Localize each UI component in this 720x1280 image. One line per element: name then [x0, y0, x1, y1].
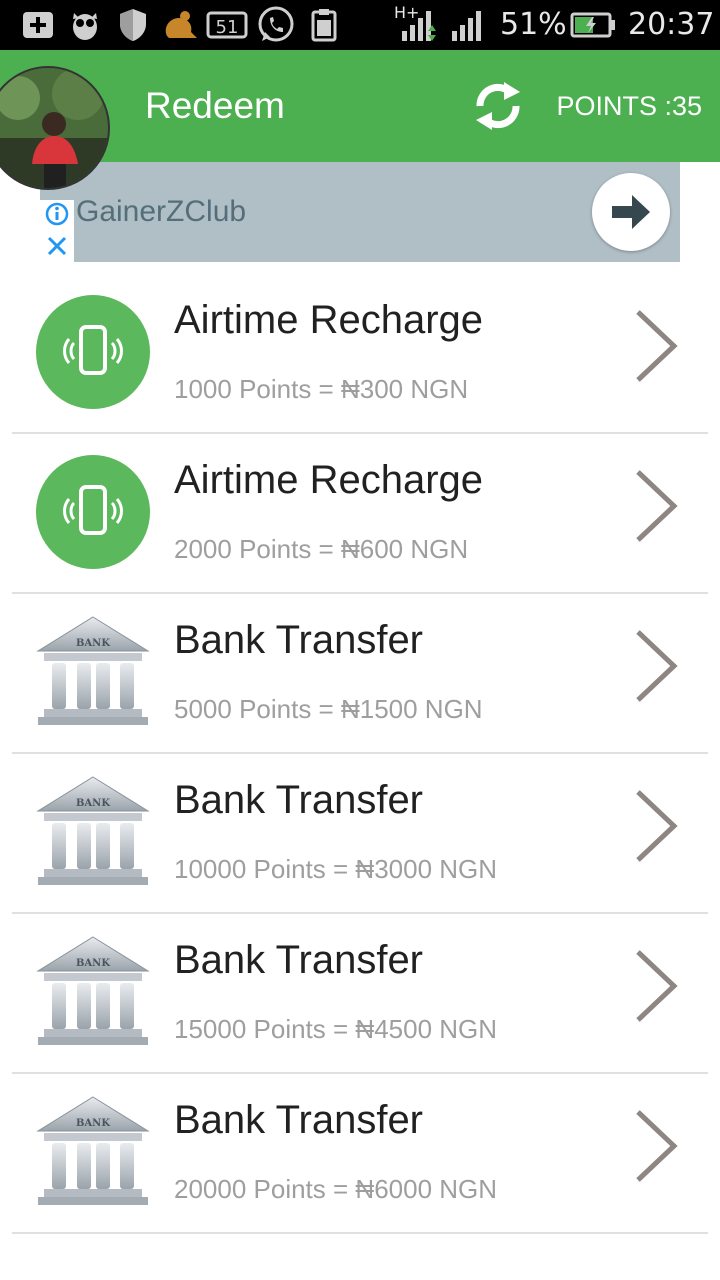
redeem-option-row[interactable]: BANK Bank Transfer 5000 Points = ₦1500 NG…	[12, 594, 708, 754]
uc-browser-icon	[160, 6, 200, 44]
chevron-right-icon[interactable]	[632, 628, 682, 704]
shield-icon	[116, 6, 150, 44]
bank-icon: BANK	[36, 775, 150, 889]
clipboard-icon	[308, 6, 340, 44]
svg-text:BANK: BANK	[76, 798, 110, 809]
bank-icon: BANK	[36, 1095, 150, 1209]
plus-icon	[20, 6, 56, 44]
chevron-right-icon[interactable]	[632, 788, 682, 864]
bank-icon: BANK	[36, 615, 150, 729]
chevron-right-icon[interactable]	[632, 468, 682, 544]
signal-icon	[448, 6, 488, 44]
option-title: Bank Transfer	[174, 618, 424, 662]
option-rate: 10000 Points = ₦3000 NGN	[174, 854, 498, 884]
svg-text:BANK: BANK	[76, 958, 110, 969]
option-rate: 15000 Points = ₦4500 NGN	[174, 1014, 498, 1044]
signal-icon	[398, 6, 438, 44]
points-balance: POINTS :35	[556, 91, 702, 121]
svg-text:51: 51	[216, 17, 239, 38]
battery-icon	[570, 6, 616, 44]
close-icon[interactable]	[47, 236, 67, 256]
option-title: Airtime Recharge	[174, 458, 484, 502]
status-bar: 51 H+ 51% 20:37	[0, 0, 720, 50]
svg-text:BANK: BANK	[76, 638, 110, 649]
page-title: Redeem	[145, 85, 285, 126]
option-rate: 1000 Points = ₦300 NGN	[174, 374, 469, 404]
ad-action-button[interactable]	[592, 173, 670, 251]
redeem-option-row[interactable]: BANK Bank Transfer 20000 Points = ₦6000 N…	[12, 1074, 708, 1234]
chevron-right-icon[interactable]	[632, 1108, 682, 1184]
option-rate: 5000 Points = ₦1500 NGN	[174, 694, 483, 724]
ad-banner[interactable]: GainerZClub	[40, 162, 680, 262]
redeem-option-row[interactable]: BANK Bank Transfer 10000 Points = ₦3000 N…	[12, 754, 708, 914]
option-title: Bank Transfer	[174, 778, 424, 822]
ad-title[interactable]: GainerZClub	[76, 162, 246, 262]
owl-icon	[68, 6, 102, 44]
chevron-right-icon[interactable]	[632, 308, 682, 384]
clock-time: 20:37	[628, 7, 715, 42]
battery-percent: 51%	[500, 7, 567, 42]
refresh-icon[interactable]	[470, 76, 526, 136]
option-rate: 20000 Points = ₦6000 NGN	[174, 1174, 498, 1204]
whatsapp-icon	[254, 6, 298, 44]
option-title: Bank Transfer	[174, 938, 424, 982]
redeem-options-list: Airtime Recharge 1000 Points = ₦300 NGN A…	[0, 274, 720, 1234]
redeem-option-row[interactable]: BANK Bank Transfer 15000 Points = ₦4500 N…	[12, 914, 708, 1074]
info-icon[interactable]	[45, 202, 69, 226]
redeem-option-row[interactable]: Airtime Recharge 2000 Points = ₦600 NGN	[12, 434, 708, 594]
redeem-option-row[interactable]: Airtime Recharge 1000 Points = ₦300 NGN	[12, 274, 708, 434]
svg-text:BANK: BANK	[76, 1118, 110, 1129]
option-rate: 2000 Points = ₦600 NGN	[174, 534, 469, 564]
notification-count-icon: 51	[206, 6, 250, 44]
option-title: Airtime Recharge	[174, 298, 484, 342]
bank-icon: BANK	[36, 935, 150, 1049]
chevron-right-icon[interactable]	[632, 948, 682, 1024]
arrow-right-icon	[612, 195, 650, 229]
option-title: Bank Transfer	[174, 1098, 424, 1142]
app-bar: Redeem POINTS :35	[0, 50, 720, 162]
ad-badge	[40, 200, 74, 262]
phone-icon	[36, 455, 150, 569]
phone-icon	[36, 295, 150, 409]
